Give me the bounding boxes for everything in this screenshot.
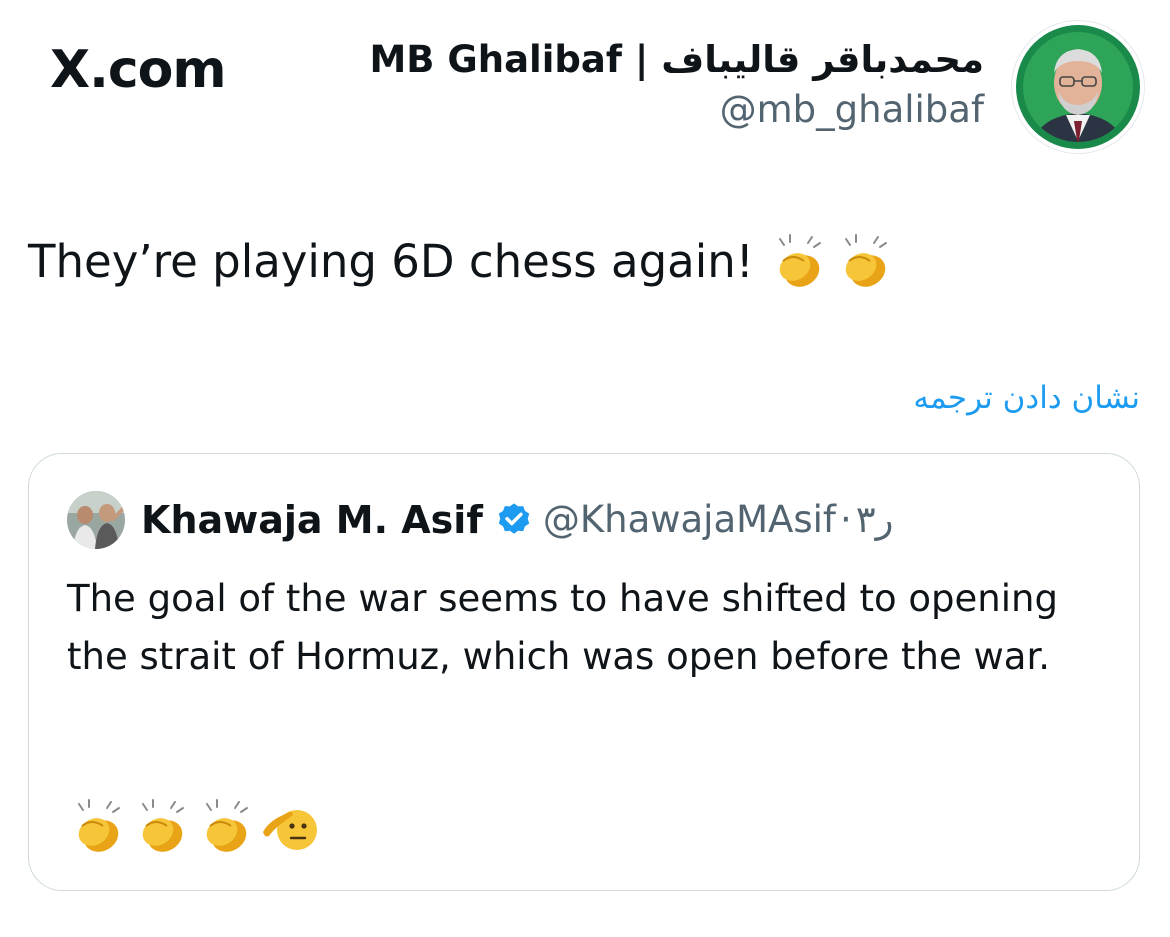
quoted-tweet-time[interactable]: ۳ر: [856, 490, 894, 550]
quoted-author-name[interactable]: Khawaja M. Asif: [141, 490, 483, 550]
author-name[interactable]: MB Ghalibaf | محمدباقر قالیباف: [369, 34, 984, 86]
quoted-tweet-text: The goal of the war seems to have shifte…: [67, 577, 1058, 678]
author-handle[interactable]: @mb_ghalibaf: [369, 86, 984, 134]
clapping-hands-icon: [844, 234, 887, 287]
author-avatar[interactable]: [1012, 21, 1144, 153]
saluting-face-icon: [263, 810, 317, 850]
clapping-hands-icon: [142, 799, 184, 852]
author-avatar-image: [1016, 25, 1140, 149]
quoted-author-avatar[interactable]: [67, 491, 125, 549]
quoted-author-avatar-image: [67, 491, 125, 549]
tweet-emojis: [768, 231, 896, 293]
tweet-text: They’re playing 6D chess again!: [28, 235, 754, 288]
quoted-author-handle[interactable]: @KhawajaMAsif: [543, 490, 836, 550]
quoted-tweet-separator: ·: [839, 498, 852, 541]
quoted-tweet-header: Khawaja M. Asif @KhawajaMAsif · ۳ر: [67, 490, 893, 550]
tweet-author[interactable]: MB Ghalibaf | محمدباقر قالیباف @mb_ghali…: [369, 34, 984, 134]
clapping-hands-icon: [78, 799, 120, 852]
clapping-hands-icon: [206, 799, 248, 852]
quoted-tweet-card[interactable]: Khawaja M. Asif @KhawajaMAsif · ۳ر The g…: [28, 453, 1140, 891]
site-logo: X.com: [50, 40, 227, 100]
verified-badge-icon: [498, 503, 530, 534]
show-translation-link[interactable]: نشان دادن ترجمه: [913, 374, 1140, 422]
quoted-tweet-emojis: [67, 796, 321, 858]
clapping-hands-icon: [778, 234, 821, 287]
tweet-text-line: They’re playing 6D chess again!: [28, 228, 896, 296]
